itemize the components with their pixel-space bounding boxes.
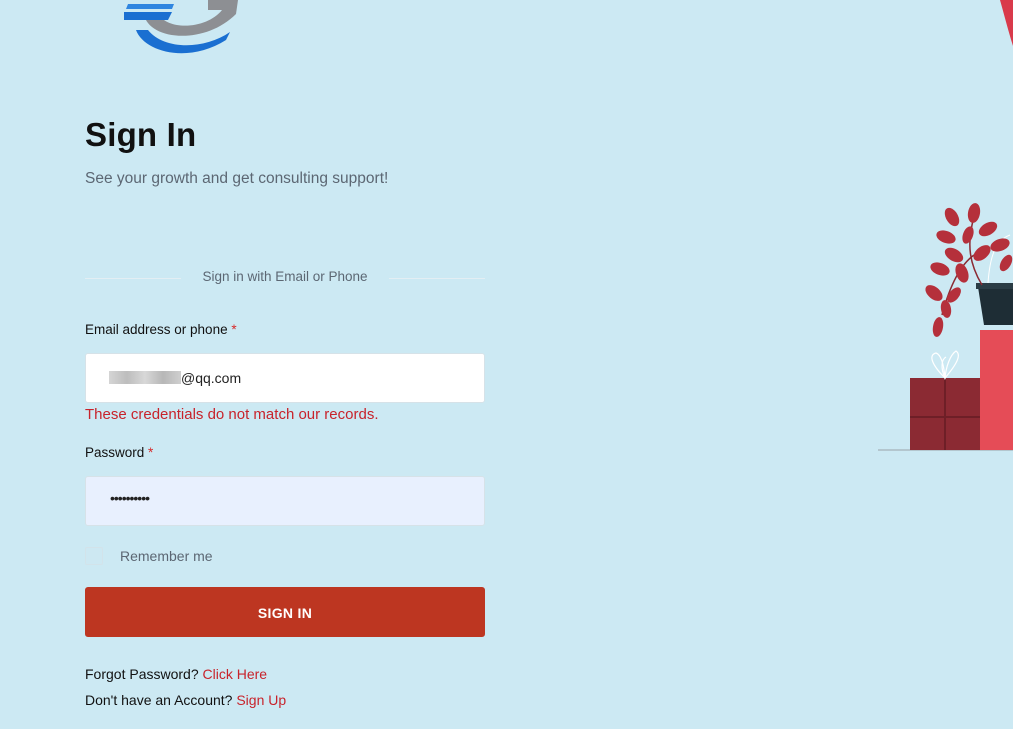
forgot-password-text: Forgot Password?	[85, 666, 199, 682]
password-field-value: ••••••••••	[110, 490, 150, 506]
divider-line-right	[389, 278, 485, 279]
sign-in-button[interactable]: SIGN IN	[85, 587, 485, 637]
required-marker: *	[231, 322, 237, 337]
signup-line: Don't have an Account? Sign Up	[85, 692, 286, 708]
remember-me-label[interactable]: Remember me	[120, 548, 213, 564]
email-field[interactable]: @qq.com	[85, 353, 485, 403]
error-message: These credentials do not match our recor…	[85, 406, 379, 423]
remember-me-checkbox[interactable]	[85, 547, 103, 565]
divider-label: Sign in with Email or Phone	[202, 269, 368, 284]
password-field-label: Password *	[85, 445, 153, 460]
remember-me-row[interactable]: Remember me	[85, 546, 213, 566]
corner-decoration-shape	[1000, 0, 1013, 46]
plant-gift-illustration	[878, 203, 1013, 451]
password-field[interactable]: ••••••••••	[85, 476, 485, 526]
sign-up-link[interactable]: Sign Up	[236, 692, 286, 708]
signup-prompt-text: Don't have an Account?	[85, 692, 233, 708]
page-title: Sign In	[85, 116, 197, 153]
email-field-value: @qq.com	[181, 370, 242, 386]
sign-in-method-divider: Sign in with Email or Phone	[85, 268, 485, 288]
required-marker: *	[148, 445, 154, 460]
company-logo-icon	[124, 0, 238, 54]
password-label-text: Password	[85, 445, 145, 460]
page-subtitle: See your growth and get consulting suppo…	[85, 170, 389, 187]
forgot-password-line: Forgot Password? Click Here	[85, 666, 267, 682]
forgot-password-link[interactable]: Click Here	[203, 666, 268, 682]
email-field-label: Email address or phone *	[85, 322, 237, 337]
email-label-text: Email address or phone	[85, 322, 228, 337]
redacted-email-text	[109, 371, 181, 384]
